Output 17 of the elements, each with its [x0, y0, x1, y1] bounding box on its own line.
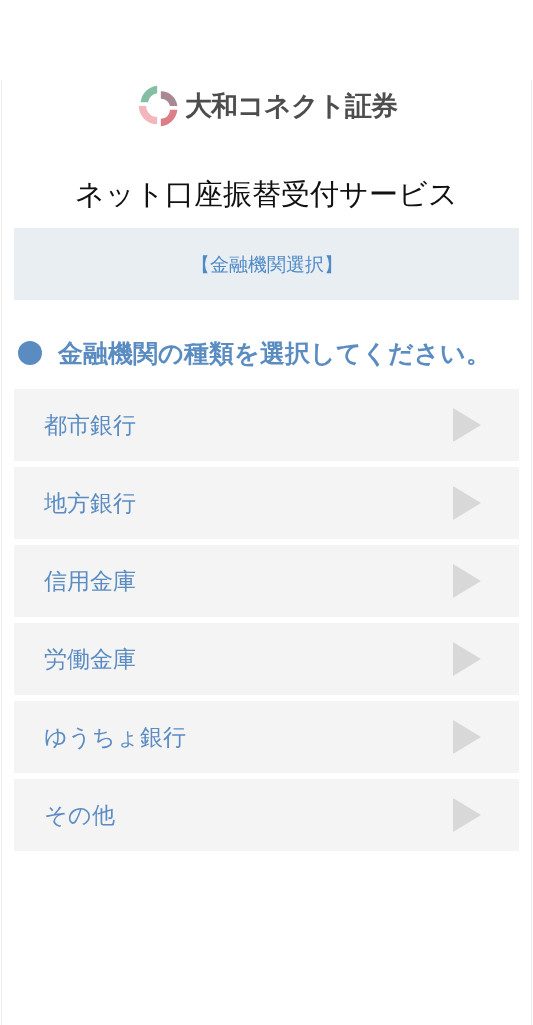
option-button[interactable]: 労働金庫 — [14, 623, 519, 695]
instruction-text: 金融機関の種類を選択してください。 — [58, 338, 491, 370]
option-button[interactable]: 地方銀行 — [14, 467, 519, 539]
arrow-icon — [453, 408, 481, 442]
arrow-icon — [453, 642, 481, 676]
option-button[interactable]: その他 — [14, 779, 519, 851]
option-button[interactable]: ゆうちょ銀行 — [14, 701, 519, 773]
step-banner: 【金融機関選択】 — [14, 228, 519, 300]
arrow-icon — [453, 564, 481, 598]
option-button[interactable]: 信用金庫 — [14, 545, 519, 617]
arrow-icon — [453, 798, 481, 832]
page-title: ネット口座振替受付サービス — [74, 176, 459, 213]
option-button[interactable]: 都市銀行 — [14, 389, 519, 461]
bullet-icon — [18, 341, 42, 365]
arrow-icon — [453, 486, 481, 520]
logo-text: 大和コネクト証券 — [184, 89, 397, 123]
arrow-icon — [453, 720, 481, 754]
